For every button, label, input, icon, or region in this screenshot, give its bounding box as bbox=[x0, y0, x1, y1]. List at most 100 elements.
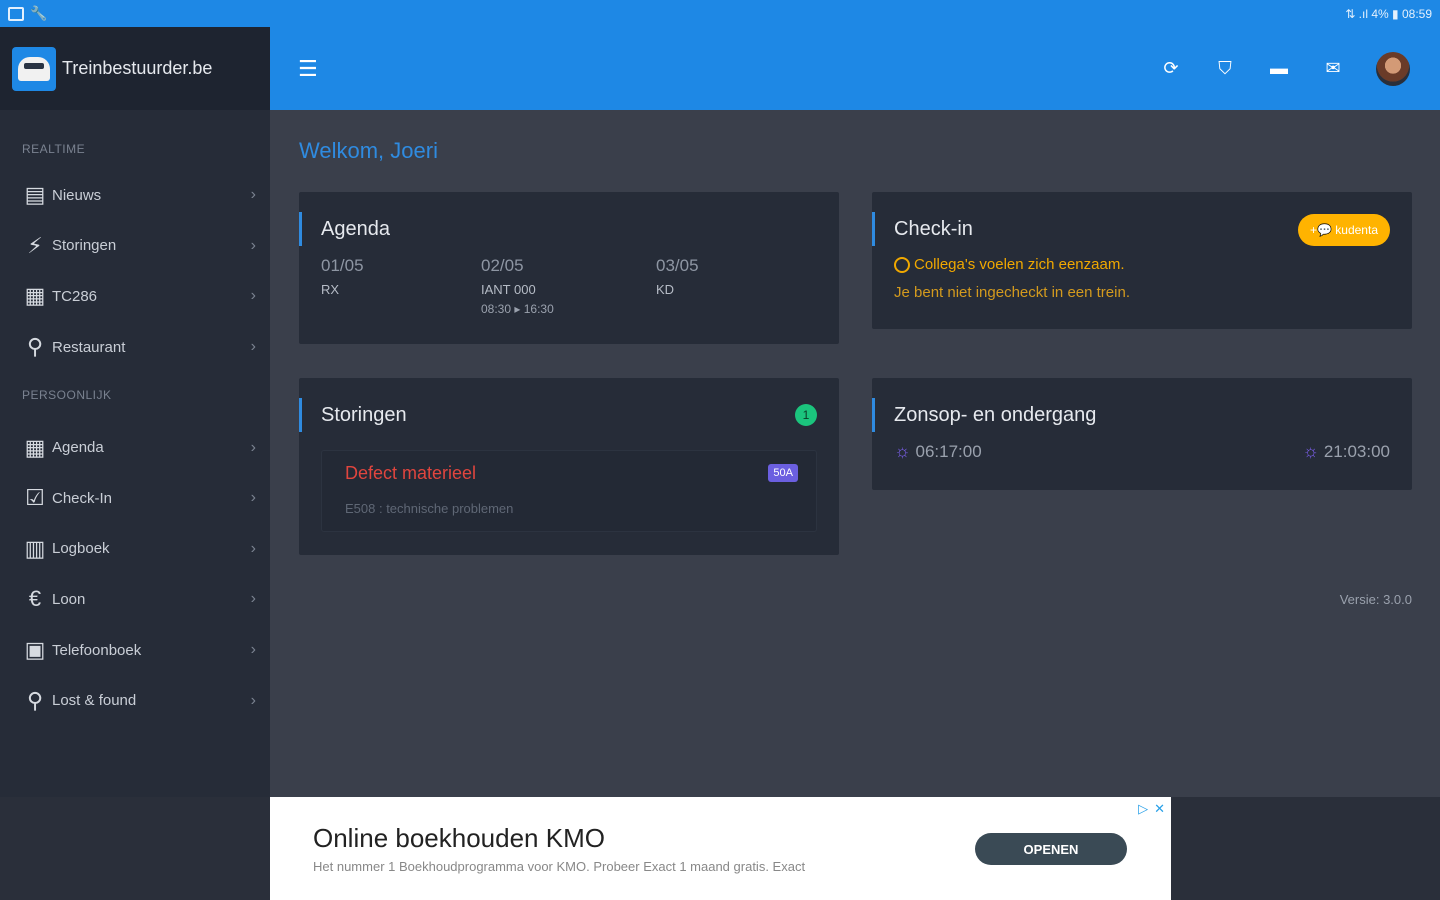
bottom-filler-left bbox=[0, 797, 270, 900]
agenda-day[interactable]: 03/05 KD bbox=[656, 256, 699, 297]
line-badge: 50A bbox=[768, 464, 798, 482]
sidebar-item-tc286[interactable]: ▦ TC286 › bbox=[0, 271, 270, 322]
sidebar-item-storingen[interactable]: ⚡ Storingen › bbox=[0, 221, 270, 272]
agenda-date: 02/05 bbox=[481, 256, 524, 275]
card-title: Zonsop- en ondergang bbox=[894, 404, 1097, 426]
card-accent bbox=[872, 398, 875, 432]
count-badge: 1 bbox=[795, 404, 817, 426]
top-app-bar: ☰ ⟳ ⛉ ▬ ✉ bbox=[270, 27, 1440, 110]
version-label: Versie: 3.0.0 bbox=[1339, 592, 1412, 607]
sidebar-item-agenda[interactable]: ▦ Agenda › bbox=[0, 422, 270, 473]
agenda-date: 01/05 bbox=[321, 256, 364, 275]
storing-description: E508 : technische problemen bbox=[345, 501, 514, 516]
sidebar-item-check-in[interactable]: ☑ Check-In › bbox=[0, 473, 270, 524]
system-status-bar: 🔧 ⇅ .ıl 4% ▮ 08:59 bbox=[0, 0, 1440, 27]
sun-card[interactable]: Zonsop- en ondergang ☼ 06:17:00 ☼ 21:03:… bbox=[872, 378, 1412, 490]
gallery-icon bbox=[8, 6, 24, 21]
book-icon: ▥ bbox=[24, 535, 46, 561]
sidebar-item-loon[interactable]: € Loon › bbox=[0, 574, 270, 625]
sidebar-item-restaurant[interactable]: ⚲ Restaurant › bbox=[0, 322, 270, 373]
kudenta-button[interactable]: +💬 kudenta bbox=[1298, 214, 1390, 246]
train-logo-icon bbox=[12, 46, 56, 91]
calculator-icon: ▦ bbox=[24, 283, 46, 309]
ad-title: Online boekhouden KMO bbox=[313, 823, 605, 853]
checkin-alert: Collega's voelen zich eenzaam. bbox=[894, 256, 1124, 273]
bottom-filler-right bbox=[1171, 797, 1440, 900]
card-title: Check-in bbox=[894, 218, 973, 240]
ad-subtitle: Het nummer 1 Boekhoudprogramma voor KMO.… bbox=[313, 859, 806, 874]
sidebar-item-label: Lost & found bbox=[52, 692, 137, 710]
agenda-date: 03/05 bbox=[656, 256, 699, 275]
sunset-icon: ☼ bbox=[1302, 441, 1319, 461]
card-accent bbox=[872, 212, 875, 246]
card-title: Storingen bbox=[321, 404, 407, 426]
agenda-card[interactable]: Agenda 01/05 RX 02/05 IANT 000 08:30 ▸ 1… bbox=[299, 192, 839, 344]
sidebar-item-label: TC286 bbox=[52, 287, 98, 305]
sunset: ☼ 21:03:00 bbox=[1302, 441, 1390, 462]
sidebar-item-lost-found[interactable]: ⚲ Lost & found › bbox=[0, 675, 270, 726]
checkin-alert-text: Collega's voelen zich eenzaam. bbox=[914, 256, 1125, 273]
storing-item[interactable]: Defect materieel 50A E508 : technische p… bbox=[321, 450, 817, 532]
sunrise: ☼ 06:17:00 bbox=[894, 441, 982, 462]
chevron-right-icon: › bbox=[250, 539, 256, 557]
card-accent bbox=[299, 212, 302, 246]
brand[interactable]: Treinbestuurder.be bbox=[0, 27, 270, 110]
sidebar-item-label: Check-In bbox=[52, 489, 113, 507]
close-icon[interactable]: ✕ bbox=[1154, 801, 1165, 817]
mail-icon[interactable]: ✉ bbox=[1322, 58, 1344, 80]
chat-icon[interactable]: ▬ bbox=[1268, 58, 1290, 80]
card-accent bbox=[299, 398, 302, 432]
agenda-day[interactable]: 02/05 IANT 000 08:30 ▸ 16:30 bbox=[481, 256, 554, 316]
shield-icon[interactable]: ⛉ bbox=[1214, 58, 1236, 80]
sidebar-item-label: Logboek bbox=[52, 540, 110, 558]
chevron-right-icon: › bbox=[250, 287, 256, 305]
sunrise-icon: ☼ bbox=[894, 441, 911, 461]
ad-banner[interactable]: ▷ ✕ Online boekhouden KMO Het nummer 1 B… bbox=[270, 797, 1171, 900]
sidebar-item-label: Storingen bbox=[52, 237, 117, 255]
sidebar-item-logboek[interactable]: ▥ Logboek › bbox=[0, 524, 270, 575]
chevron-right-icon: › bbox=[250, 691, 256, 709]
chevron-right-icon: › bbox=[250, 236, 256, 254]
contacts-icon: ▣ bbox=[24, 637, 46, 663]
adchoices-icon[interactable]: ▷ bbox=[1138, 801, 1148, 817]
agenda-time: 08:30 ▸ 16:30 bbox=[481, 302, 554, 316]
sidebar-item-nieuws[interactable]: ▤ Nieuws › bbox=[0, 170, 270, 221]
agenda-day[interactable]: 01/05 RX bbox=[321, 256, 364, 297]
euro-icon: € bbox=[28, 586, 42, 612]
chevron-right-icon: › bbox=[250, 641, 256, 659]
avatar[interactable] bbox=[1376, 51, 1410, 86]
menu-icon[interactable]: ☰ bbox=[298, 56, 318, 82]
wrench-icon: 🔧 bbox=[30, 5, 48, 21]
bolt-icon: ⚡ bbox=[27, 232, 43, 258]
section-persoonlijk: PERSOONLIJK bbox=[22, 388, 112, 403]
storing-title: Defect materieel bbox=[345, 463, 477, 483]
sidebar-item-label: Telefoonboek bbox=[52, 641, 142, 659]
refresh-icon[interactable]: ⟳ bbox=[1160, 58, 1182, 80]
sunrise-time: 06:17:00 bbox=[915, 441, 982, 461]
chevron-right-icon: › bbox=[250, 338, 256, 356]
agenda-code: IANT 000 bbox=[481, 282, 536, 297]
chevron-right-icon: › bbox=[250, 186, 256, 204]
page-title: Welkom, Joeri bbox=[299, 138, 438, 163]
sidebar: Treinbestuurder.be REALTIME ▤ Nieuws › ⚡… bbox=[0, 27, 270, 797]
chevron-right-icon: › bbox=[250, 590, 256, 608]
checkin-status: Je bent niet ingecheckt in een trein. bbox=[894, 284, 1130, 301]
sidebar-item-label: Nieuws bbox=[52, 186, 102, 204]
ad-info[interactable]: ▷ ✕ bbox=[1138, 801, 1165, 817]
smiley-icon bbox=[894, 256, 910, 273]
ad-open-button[interactable]: OPENEN bbox=[975, 833, 1127, 865]
sunset-time: 21:03:00 bbox=[1323, 441, 1390, 461]
newspaper-icon: ▤ bbox=[24, 182, 46, 208]
sidebar-item-telefoonboek[interactable]: ▣ Telefoonboek › bbox=[0, 625, 270, 676]
checkbox-icon: ☑ bbox=[25, 485, 45, 511]
storingen-card[interactable]: Storingen 1 Defect materieel 50A E508 : … bbox=[299, 378, 839, 555]
chevron-right-icon: › bbox=[250, 489, 256, 507]
checkin-card[interactable]: Check-in +💬 kudenta Collega's voelen zic… bbox=[872, 192, 1412, 329]
magnifier-icon: ⚲ bbox=[26, 687, 44, 713]
calendar-icon: ▦ bbox=[24, 434, 46, 460]
sidebar-item-label: Restaurant bbox=[52, 338, 126, 356]
section-realtime: REALTIME bbox=[22, 142, 86, 156]
sidebar-item-label: Agenda bbox=[52, 439, 104, 457]
sidebar-item-label: Loon bbox=[52, 590, 86, 608]
agenda-code: RX bbox=[321, 282, 340, 297]
